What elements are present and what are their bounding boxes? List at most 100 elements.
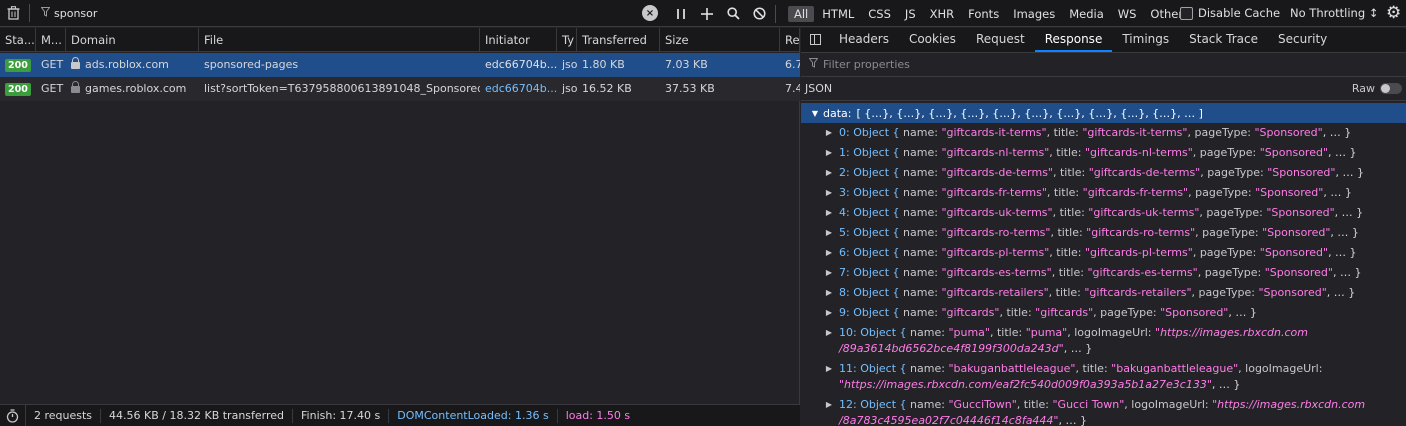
url-filter[interactable]	[36, 3, 662, 23]
name-key: name:	[903, 206, 938, 219]
tab-stack-trace[interactable]: Stack Trace	[1179, 27, 1268, 52]
disable-cache-checkbox[interactable]	[1180, 6, 1193, 20]
tab-security[interactable]: Security	[1268, 27, 1337, 52]
initiator-link[interactable]: edc66704b...	[480, 53, 557, 77]
type-filter-xhr[interactable]: XHR	[924, 6, 961, 22]
type-filter-fonts[interactable]: Fonts	[962, 6, 1005, 22]
collapsed-triangle-icon[interactable]: ▶	[823, 245, 835, 261]
toolbar-separator	[29, 4, 30, 22]
filter-icon	[808, 58, 819, 71]
ellipsis-tail: , … }	[1228, 306, 1257, 319]
expanded-triangle-icon[interactable]: ▼	[809, 109, 821, 118]
json-entry[interactable]: ▶ 5: Object { name: "giftcards-ro-terms"…	[801, 223, 1406, 243]
raw-switch[interactable]	[1380, 83, 1402, 94]
type-filter-media[interactable]: Media	[1063, 6, 1110, 22]
collapsed-triangle-icon[interactable]: ▶	[823, 305, 835, 321]
json-entry[interactable]: ▶ 3: Object { name: "giftcards-fr-terms"…	[801, 183, 1406, 203]
collapsed-triangle-icon[interactable]: ▶	[823, 285, 835, 301]
collapsed-triangle-icon[interactable]: ▶	[823, 145, 835, 161]
gear-icon[interactable]: ⚙	[1386, 3, 1401, 23]
column-type[interactable]: Ty	[557, 28, 577, 52]
json-entry[interactable]: ▶ 6: Object { name: "giftcards-pl-terms"…	[801, 243, 1406, 263]
tab-cookies[interactable]: Cookies	[899, 27, 966, 52]
collapsed-triangle-icon[interactable]: ▶	[823, 165, 835, 181]
column-response-time[interactable]: Re	[780, 28, 800, 52]
collapsed-triangle-icon[interactable]: ▶	[823, 125, 835, 141]
column-transferred[interactable]: Transferred	[577, 28, 660, 52]
collapsed-triangle-icon[interactable]: ▶	[823, 397, 835, 413]
title-value: "giftcards-retailers"	[1084, 286, 1192, 299]
pagetype-value: "Sponsored"	[1259, 246, 1329, 259]
raw-toggle[interactable]: Raw	[1352, 82, 1402, 95]
filter-properties-bar[interactable]: Filter properties	[801, 53, 1406, 77]
title-key: title:	[1059, 206, 1085, 219]
column-initiator[interactable]: Initiator	[480, 28, 557, 52]
name-key: name:	[903, 306, 938, 319]
json-entry[interactable]: ▶ 8: Object { name: "giftcards-retailers…	[801, 283, 1406, 303]
table-row[interactable]: 200 GET ads.roblox.com sponsored-pages e…	[0, 53, 800, 77]
json-entry[interactable]: ▶ 7: Object { name: "giftcards-es-terms"…	[801, 263, 1406, 283]
filter-properties-placeholder[interactable]: Filter properties	[823, 58, 910, 71]
throttling-select[interactable]: No Throttling ↕	[1290, 6, 1378, 20]
json-entry[interactable]: ▶ 0: Object { name: "giftcards-it-terms"…	[801, 123, 1406, 143]
toggle-sidebar-icon[interactable]	[801, 27, 829, 52]
collapsed-triangle-icon[interactable]: ▶	[823, 225, 835, 241]
type-filter-all[interactable]: All	[788, 5, 815, 22]
logo-key: logoImageUrl:	[1131, 398, 1209, 411]
block-icon[interactable]	[746, 1, 772, 27]
object-label: Object {	[860, 362, 907, 375]
pause-icon[interactable]	[668, 1, 694, 27]
json-entry[interactable]: ▶ 9: Object { name: "giftcards", title: …	[801, 303, 1406, 323]
type-filter-html[interactable]: HTML	[816, 6, 860, 22]
entry-index: 7:	[839, 266, 850, 279]
column-file[interactable]: File	[199, 28, 480, 52]
trash-icon[interactable]	[0, 0, 26, 26]
tab-request[interactable]: Request	[966, 27, 1035, 52]
json-entry[interactable]: ▶ 12: Object { name: "GucciTown", title:…	[801, 395, 1406, 426]
tab-response[interactable]: Response	[1034, 27, 1113, 52]
initiator-link[interactable]: edc66704b...	[480, 77, 557, 101]
pagetype-value: "Sponsored"	[1160, 306, 1229, 319]
finish-time: Finish: 17.40 s	[293, 408, 390, 423]
json-entry[interactable]: ▶ 10: Object { name: "puma", title: "pum…	[801, 323, 1406, 359]
transferred-cell: 1.80 KB	[582, 58, 625, 71]
column-domain[interactable]: Domain	[66, 28, 199, 52]
name-key: name:	[910, 398, 945, 411]
json-entry[interactable]: ▶ 11: Object { name: "bakuganbattleleagu…	[801, 359, 1406, 395]
pagetype-value: "Sponsored"	[1266, 206, 1335, 219]
title-key: title:	[1023, 398, 1049, 411]
type-filter-images[interactable]: Images	[1007, 6, 1061, 22]
plus-icon[interactable]	[694, 1, 720, 27]
json-entry[interactable]: ▶ 2: Object { name: "giftcards-de-terms"…	[801, 163, 1406, 183]
comma: ,	[1050, 226, 1054, 239]
collapsed-triangle-icon[interactable]: ▶	[823, 205, 835, 221]
object-label: Object {	[853, 246, 900, 259]
title-value: "giftcards-fr-terms"	[1082, 186, 1189, 199]
type-filter-css[interactable]: CSS	[862, 6, 897, 22]
tab-headers[interactable]: Headers	[829, 27, 899, 52]
column-method[interactable]: M...	[36, 28, 66, 52]
table-row[interactable]: 200 GET games.roblox.com list?sortToken=…	[0, 77, 800, 101]
column-status[interactable]: Sta...	[0, 28, 36, 52]
json-data-node[interactable]: ▼ data: [ {…}, {…}, {…}, {…}, {…}, {…}, …	[801, 103, 1406, 123]
disable-cache-toggle[interactable]: Disable Cache	[1180, 6, 1280, 20]
collapsed-triangle-icon[interactable]: ▶	[823, 361, 835, 377]
search-icon[interactable]	[720, 1, 746, 27]
request-list-header: Sta... M... Domain File Initiator Ty Tra…	[0, 28, 800, 52]
title-value: "Gucci Town"	[1052, 398, 1125, 411]
json-entry[interactable]: ▶ 4: Object { name: "giftcards-uk-terms"…	[801, 203, 1406, 223]
name-value: "puma"	[948, 326, 990, 339]
type-filter-ws[interactable]: WS	[1112, 6, 1143, 22]
tab-timings[interactable]: Timings	[1112, 27, 1179, 52]
collapsed-triangle-icon[interactable]: ▶	[823, 185, 835, 201]
collapsed-triangle-icon[interactable]: ▶	[823, 265, 835, 281]
collapsed-triangle-icon[interactable]: ▶	[823, 325, 835, 341]
type-filter-js[interactable]: JS	[899, 6, 922, 22]
column-size[interactable]: Size	[660, 28, 780, 52]
stopwatch-icon[interactable]	[0, 404, 26, 426]
pagetype-key: pageType:	[1202, 226, 1259, 239]
json-entry[interactable]: ▶ 1: Object { name: "giftcards-nl-terms"…	[801, 143, 1406, 163]
filter-url-input[interactable]	[54, 6, 634, 20]
clear-filter-icon[interactable]: ×	[642, 5, 658, 21]
status-badge: 200	[5, 83, 31, 96]
